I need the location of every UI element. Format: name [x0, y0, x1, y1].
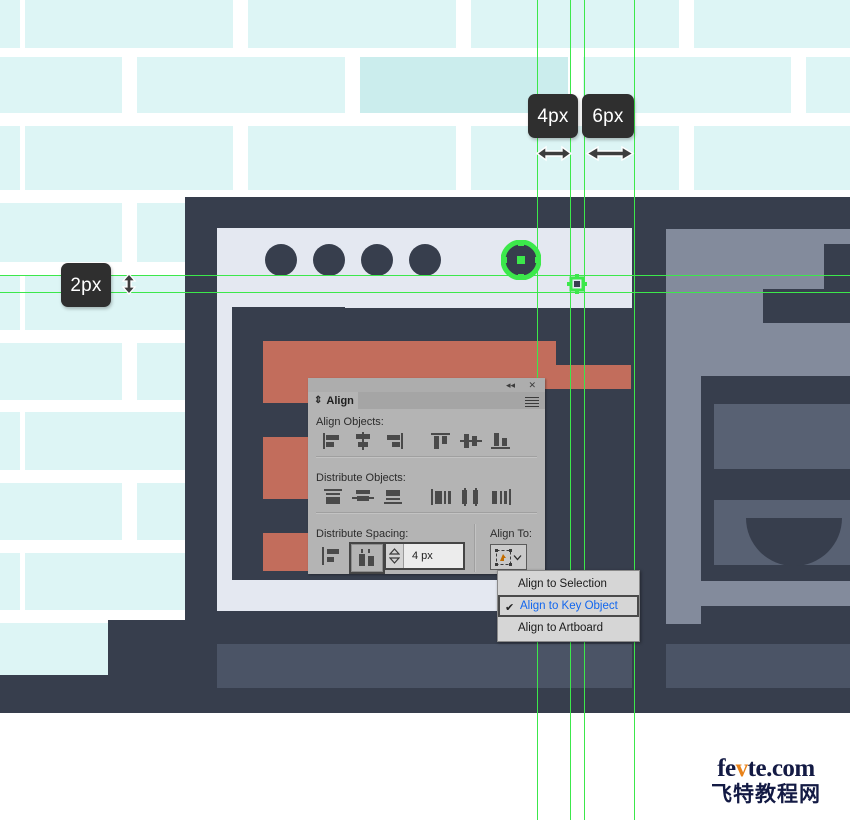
right-graphic-footer [666, 644, 850, 688]
align-objects-row [318, 430, 516, 452]
key-object-anchor-large [500, 239, 542, 281]
content-block-terracotta [263, 341, 556, 365]
brick-tile [471, 0, 679, 48]
brick-tile [137, 57, 345, 113]
panel-divider [316, 456, 537, 458]
panel-menu-icon[interactable] [525, 397, 539, 409]
tab-align[interactable]: ⇕ Align [308, 392, 358, 409]
distribute-top-edges-button[interactable] [318, 486, 348, 508]
right-graphic-band [666, 581, 850, 606]
illustration-left-strip [108, 620, 198, 680]
brick-tile [0, 126, 20, 190]
panel-vertical-divider [474, 524, 476, 572]
brick-tile [0, 553, 20, 610]
distribute-horizontal-centers-button[interactable] [456, 486, 486, 508]
brick-tile [248, 0, 456, 48]
key-object-anchor-small [567, 274, 587, 294]
panel-divider [316, 512, 537, 514]
measure-arrow-horizontal [535, 144, 573, 168]
browser-dot [409, 244, 441, 276]
browser-titlebar-notch [345, 292, 632, 308]
brick-tile [0, 623, 122, 678]
align-vertical-centers-button[interactable] [456, 430, 486, 452]
align-horizontal-centers-button[interactable] [348, 430, 378, 452]
distribute-right-edges-button[interactable] [486, 486, 516, 508]
vertical-guide [634, 0, 635, 820]
distribute-left-edges-button[interactable] [426, 486, 456, 508]
align-panel-tabrow: ⇕ Align [308, 392, 545, 409]
watermark-domain-b: te.com [747, 755, 816, 782]
brick-tile [25, 126, 233, 190]
tab-drag-icon: ⇕ [314, 395, 323, 406]
align-right-edges-button[interactable] [378, 430, 408, 452]
watermark-domain-a: fe [717, 755, 736, 782]
brick-tile [0, 343, 122, 400]
align-to-dropdown-menu[interactable]: Align to Selection ✔ Align to Key Object… [497, 570, 640, 642]
spacing-value: 4 px [412, 550, 433, 562]
align-left-edges-button[interactable] [318, 430, 348, 452]
distribute-bottom-edges-button[interactable] [378, 486, 408, 508]
right-graphic-arm2 [666, 323, 850, 376]
brick-tile [248, 126, 456, 190]
align-panel-titlebar[interactable]: ◂◂ ✕ [308, 378, 545, 392]
watermark-domain: fevte.com [686, 756, 846, 782]
browser-dot [361, 244, 393, 276]
align-panel[interactable]: ◂◂ ✕ ⇕ Align Align Objects: Distribute O… [308, 378, 545, 574]
align-top-edges-button[interactable] [426, 430, 456, 452]
browser-dot [265, 244, 297, 276]
brick-tile [0, 412, 20, 470]
watermark-chinese: 飞特教程网 [711, 782, 821, 806]
left-dark-notch [185, 277, 217, 293]
distribute-horizontal-spacing-button[interactable] [349, 542, 385, 574]
brick-tile [0, 57, 122, 113]
spacing-stepper[interactable] [386, 544, 404, 568]
measure-arrow-horizontal [585, 144, 635, 168]
measure-arrow-vertical [118, 272, 140, 301]
distribute-objects-row [318, 486, 516, 508]
right-graphic-slate1 [714, 404, 850, 469]
right-graphic-notch [824, 244, 850, 290]
chevron-down-icon [513, 554, 522, 560]
distribute-spacing-label: Distribute Spacing: [316, 528, 409, 540]
menu-item-label: Align to Selection [518, 578, 607, 590]
brick-tile [0, 203, 122, 262]
distribute-vertical-spacing-button[interactable] [318, 544, 344, 568]
tab-align-label: Align [326, 394, 354, 407]
screenshot-stage: 4px 6px 2px ◂◂ ✕ ⇕ Align Align Objects: [0, 0, 850, 820]
brick-tile [0, 275, 20, 330]
brick-tile [0, 483, 122, 540]
right-graphic-cut [763, 289, 826, 323]
watermark-domain-v: v [735, 755, 749, 782]
brick-tile [694, 0, 850, 48]
menu-item-label: Align to Key Object [520, 600, 618, 612]
brick-tile [694, 126, 850, 190]
brick-tile [0, 0, 20, 48]
collapse-icon[interactable]: ◂◂ [506, 381, 515, 390]
spacing-value-field[interactable]: 4 px [384, 542, 465, 570]
brick-tile [806, 57, 850, 113]
menu-item-align-to-selection[interactable]: Align to Selection [498, 573, 639, 595]
menu-item-label: Align to Artboard [518, 622, 604, 634]
distribute-vertical-centers-button[interactable] [348, 486, 378, 508]
align-to-label: Align To: [490, 528, 532, 540]
measurement-chip-6px: 6px [582, 94, 634, 138]
check-icon: ✔ [505, 602, 515, 614]
measurement-chip-2px: 2px [61, 263, 111, 307]
align-to-dropdown-button[interactable] [490, 544, 527, 570]
distribute-objects-label: Distribute Objects: [316, 472, 406, 484]
align-bottom-edges-button[interactable] [486, 430, 516, 452]
browser-dot [313, 244, 345, 276]
menu-item-align-to-key-object[interactable]: ✔ Align to Key Object [498, 595, 639, 617]
close-icon[interactable]: ✕ [528, 381, 536, 390]
menu-item-align-to-artboard[interactable]: Align to Artboard [498, 617, 639, 639]
align-objects-label: Align Objects: [316, 416, 384, 428]
brick-tile [25, 0, 233, 48]
measurement-chip-4px: 4px [528, 94, 578, 138]
watermark: fevte.com 飞特教程网 [686, 756, 846, 807]
